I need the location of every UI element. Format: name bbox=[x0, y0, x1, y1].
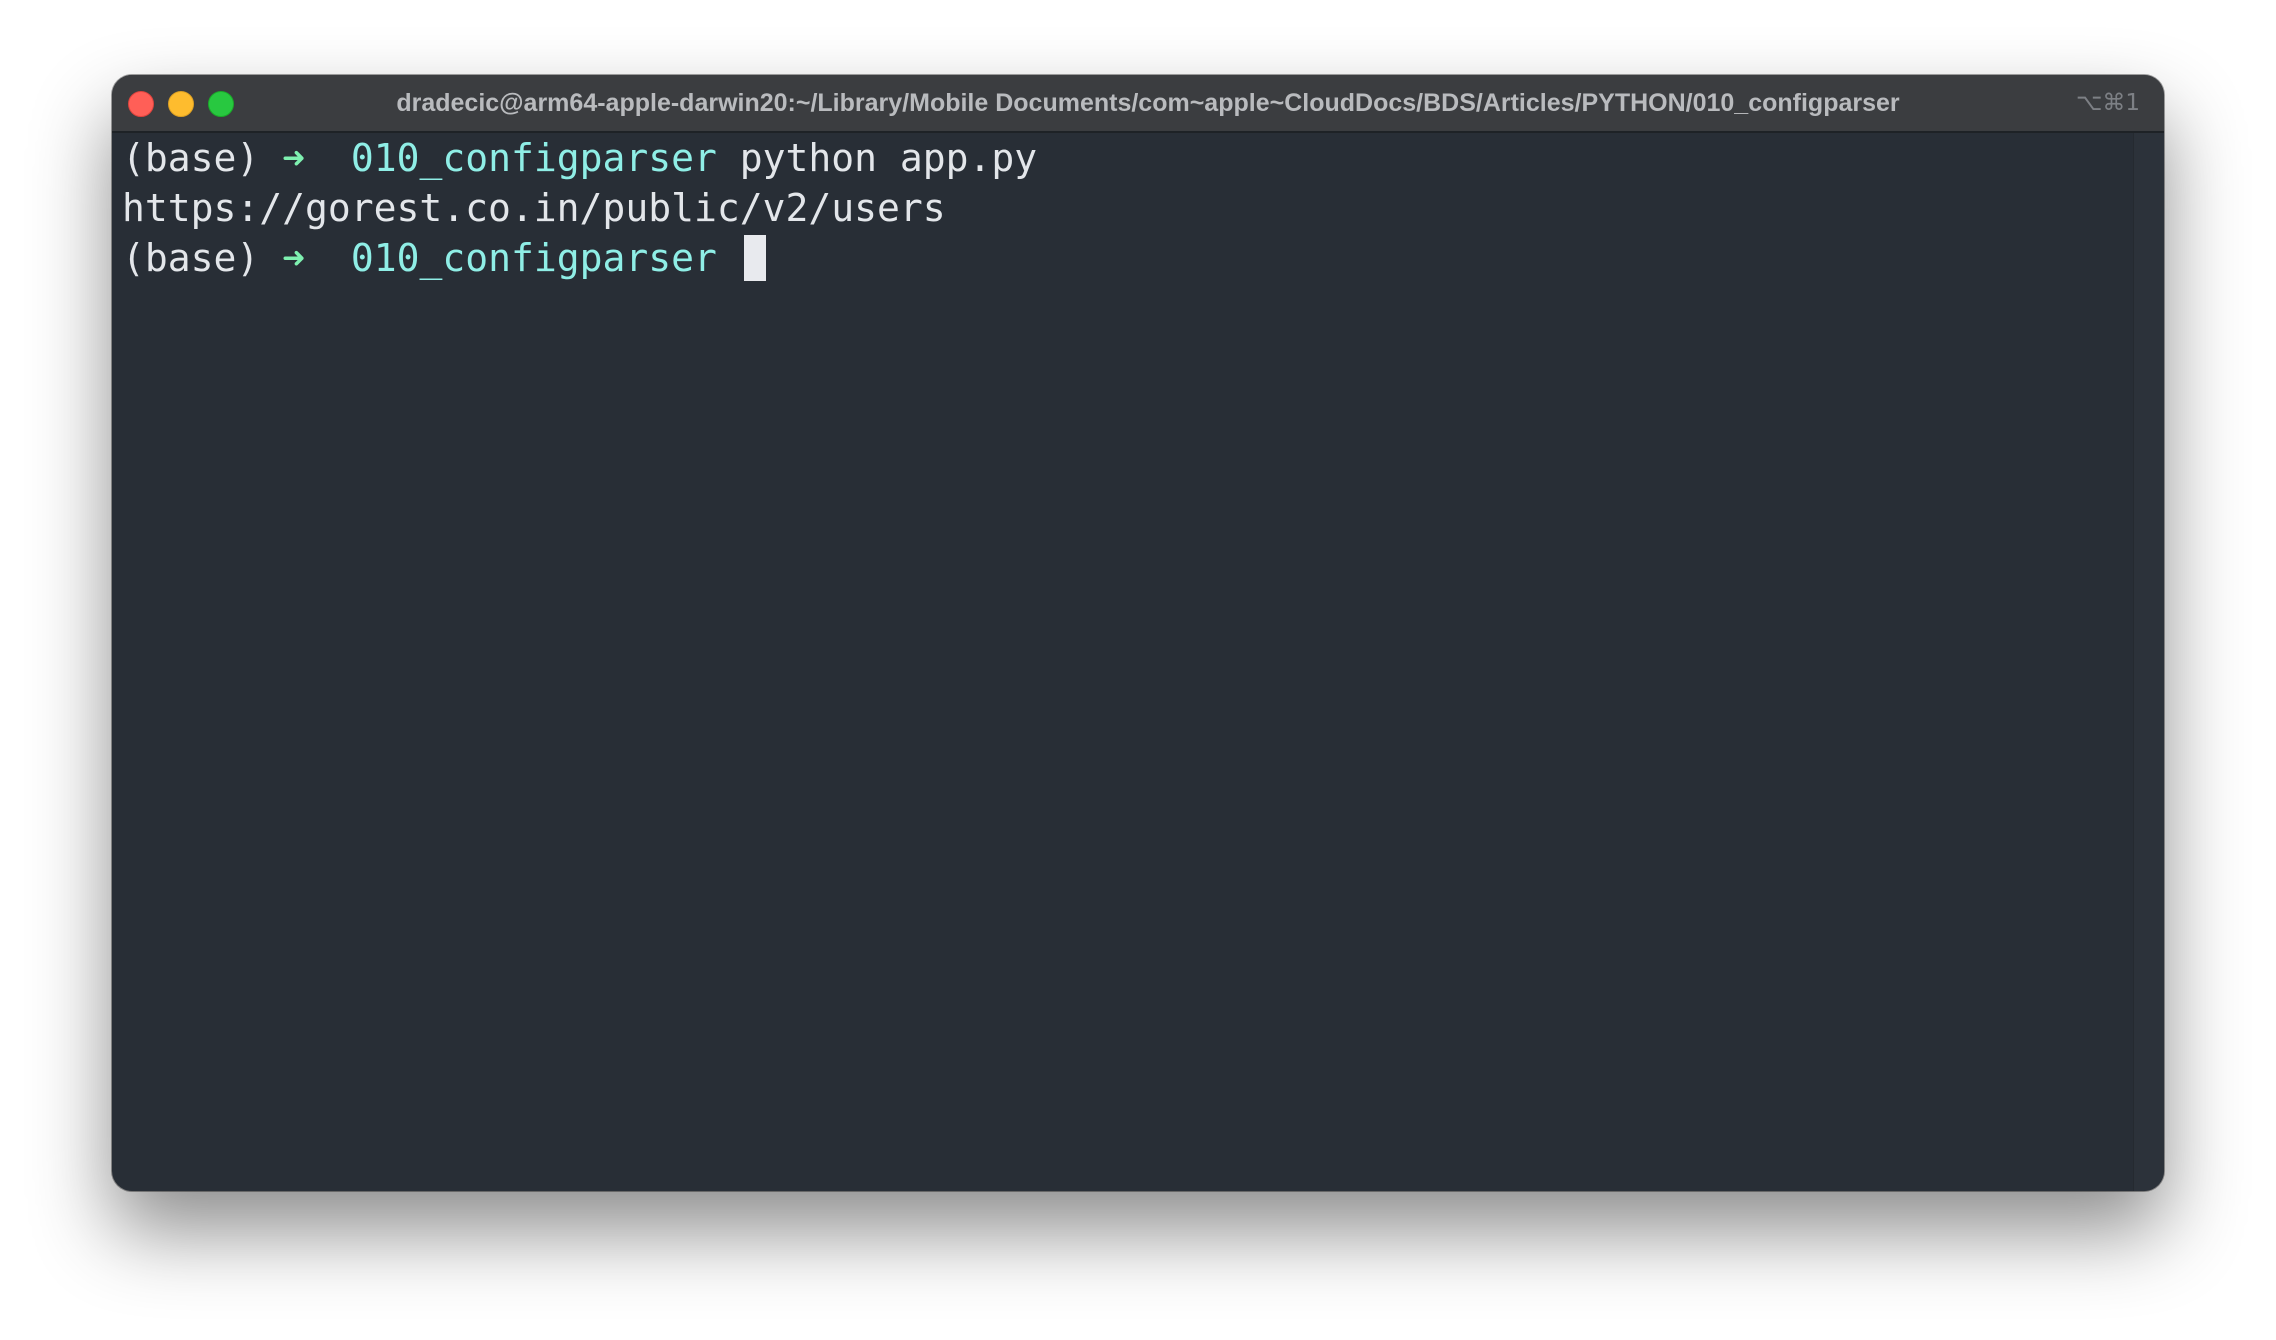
text-cursor bbox=[743, 234, 766, 281]
tab-shortcut-label: ⌥⌘1 bbox=[2075, 90, 2140, 116]
current-directory: 010_configparser bbox=[350, 236, 717, 280]
scrollbar[interactable] bbox=[2133, 133, 2164, 1191]
title-bar[interactable]: dradecic@arm64-apple-darwin20:~/Library/… bbox=[112, 75, 2164, 133]
terminal-line: (base) ➜ 010_configparser python app.py bbox=[122, 133, 2124, 183]
conda-env-label: (base) bbox=[122, 136, 260, 180]
minimize-window-button[interactable] bbox=[168, 91, 194, 117]
current-directory: 010_configparser bbox=[350, 136, 717, 180]
terminal-output[interactable]: (base) ➜ 010_configparser python app.py … bbox=[122, 133, 2124, 1191]
maximize-window-button[interactable] bbox=[208, 91, 234, 117]
conda-env-label: (base) bbox=[122, 236, 260, 280]
window-title: dradecic@arm64-apple-darwin20:~/Library/… bbox=[396, 89, 1900, 117]
terminal-line: (base) ➜ 010_configparser bbox=[122, 233, 2124, 283]
close-window-button[interactable] bbox=[128, 91, 154, 117]
terminal-line: https://gorest.co.in/public/v2/users bbox=[122, 183, 2124, 233]
command-output: https://gorest.co.in/public/v2/users bbox=[122, 186, 946, 230]
prompt-arrow-icon: ➜ bbox=[282, 136, 306, 180]
prompt-arrow-icon: ➜ bbox=[282, 236, 306, 280]
terminal-window: dradecic@arm64-apple-darwin20:~/Library/… bbox=[112, 75, 2164, 1191]
command-text: python app.py bbox=[739, 136, 1038, 180]
